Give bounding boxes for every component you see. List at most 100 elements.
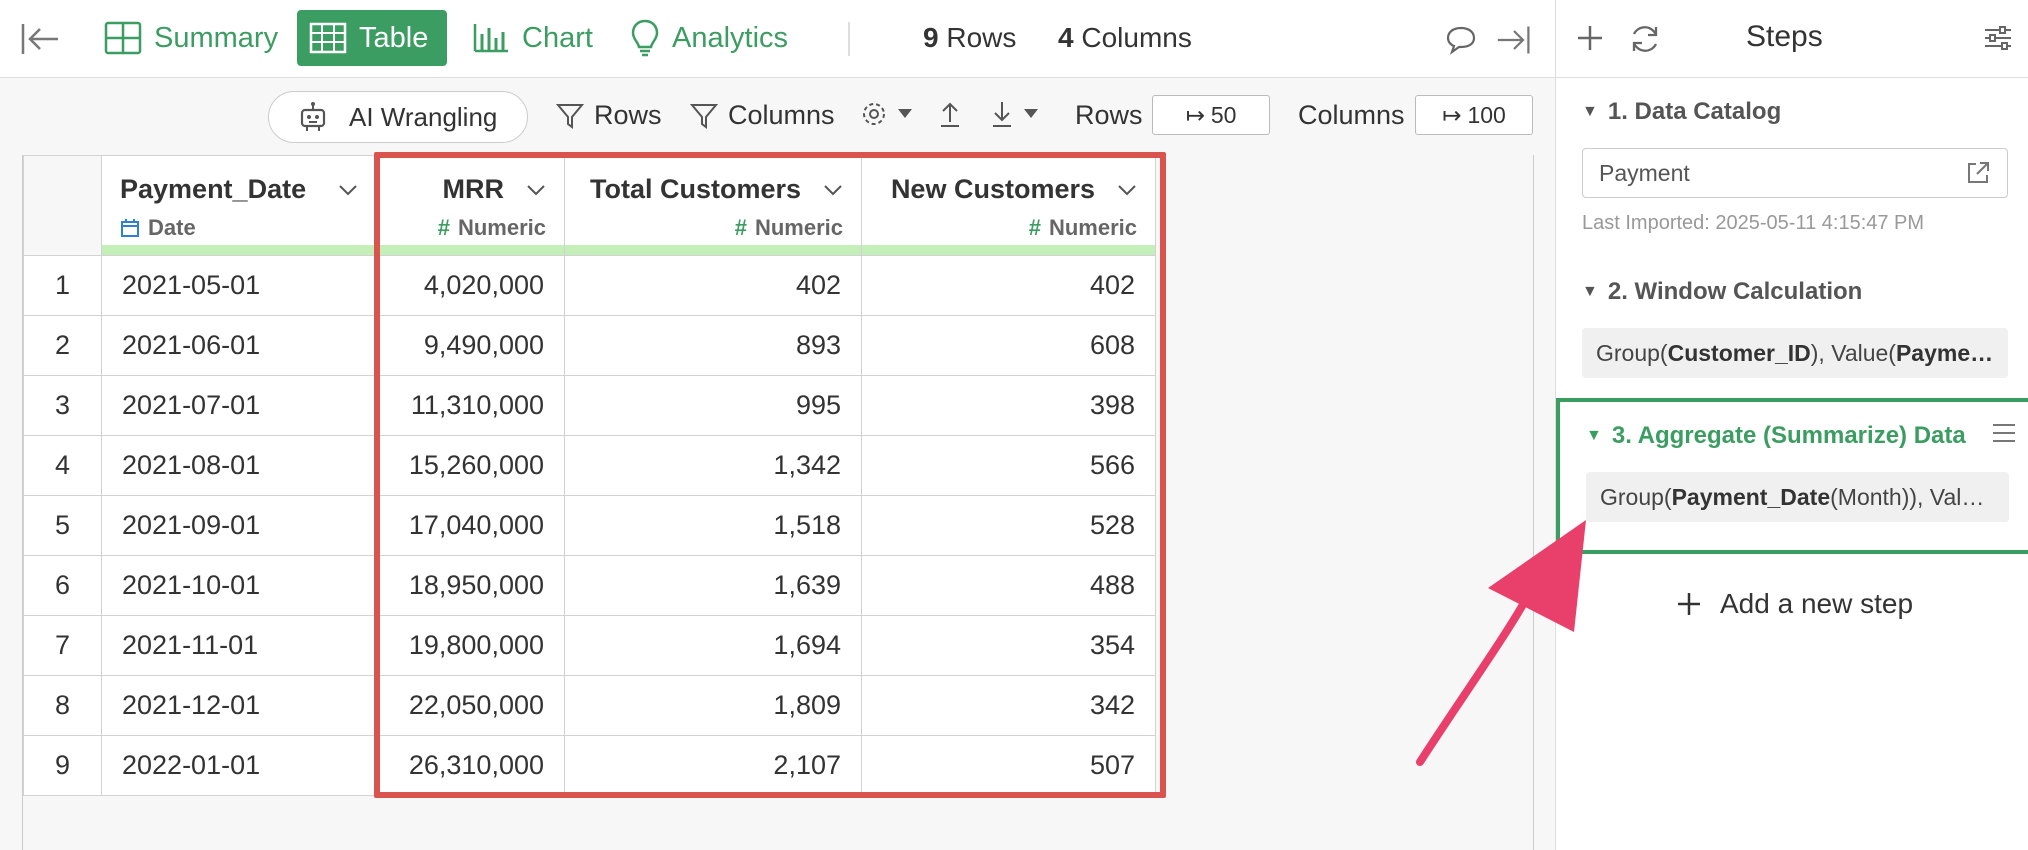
tab-summary-label: Summary [154, 21, 279, 54]
column-header-new-customers[interactable]: New Customers # Numeric [861, 155, 1156, 256]
cell-mrr[interactable]: 26,310,000 [376, 735, 565, 796]
collapse-left-icon[interactable] [20, 20, 60, 58]
tab-analytics[interactable]: Analytics [618, 10, 800, 66]
table-icon [309, 22, 347, 54]
refresh-icon[interactable] [1628, 22, 1662, 56]
chevron-down-icon[interactable] [526, 184, 546, 196]
cell-total-customers[interactable]: 893 [564, 315, 862, 376]
cell-new-customers[interactable]: 488 [861, 555, 1156, 616]
summary-icon [104, 21, 142, 55]
table-row[interactable]: 3 2021-07-01 11,310,000 995 398 [23, 375, 1156, 436]
caret-down-icon[interactable]: ▼ [1582, 103, 1598, 121]
cell-mrr[interactable]: 15,260,000 [376, 435, 565, 496]
add-step-button[interactable]: Add a new step [1676, 588, 1913, 620]
cell-new-customers[interactable]: 398 [861, 375, 1156, 436]
column-quality-bar [377, 245, 564, 255]
cell-payment-date[interactable]: 2021-08-01 [101, 435, 377, 496]
cell-payment-date[interactable]: 2022-01-01 [101, 735, 377, 796]
cell-payment-date[interactable]: 2021-09-01 [101, 495, 377, 556]
collapse-right-icon[interactable] [1496, 22, 1532, 58]
tab-summary[interactable]: Summary [92, 10, 290, 66]
cell-total-customers[interactable]: 1,694 [564, 615, 862, 676]
cell-payment-date[interactable]: 2021-10-01 [101, 555, 377, 616]
calendar-icon [121, 219, 139, 237]
cell-mrr[interactable]: 11,310,000 [376, 375, 565, 436]
cell-new-customers[interactable]: 528 [861, 495, 1156, 556]
row-number: 1 [23, 255, 102, 316]
row-number: 2 [23, 315, 102, 376]
column-name: MRR [442, 174, 505, 204]
cell-mrr[interactable]: 19,800,000 [376, 615, 565, 676]
hamburger-menu-icon[interactable] [1991, 422, 2017, 444]
table-row[interactable]: 5 2021-09-01 17,040,000 1,518 528 [23, 495, 1156, 556]
settings-dropdown[interactable] [860, 100, 912, 128]
column-name: Total Customers [589, 174, 801, 204]
cell-payment-date[interactable]: 2021-12-01 [101, 675, 377, 736]
step-title: 3. Aggregate (Summarize) Data [1611, 422, 1966, 449]
step-data-catalog[interactable]: ▼ 1. Data Catalog Payment Last Imported:… [1556, 78, 2028, 258]
cell-new-customers[interactable]: 342 [861, 675, 1156, 736]
row-number: 5 [23, 495, 102, 556]
table-row[interactable]: 9 2022-01-01 26,310,000 2,107 507 [23, 735, 1156, 796]
cell-total-customers[interactable]: 402 [564, 255, 862, 316]
column-header-total-customers[interactable]: Total Customers # Numeric [564, 155, 862, 256]
cell-new-customers[interactable]: 566 [861, 435, 1156, 496]
ai-wrangling-button[interactable]: AI Wrangling [268, 91, 528, 143]
cell-total-customers[interactable]: 995 [564, 375, 862, 436]
columns-limit-input[interactable]: ↦ 100 [1415, 95, 1533, 135]
cell-payment-date[interactable]: 2021-11-01 [101, 615, 377, 676]
step-summary[interactable]: Group(Payment_Date (Month)), Val… [1586, 472, 2009, 522]
cell-new-customers[interactable]: 402 [861, 255, 1156, 316]
cell-payment-date[interactable]: 2021-05-01 [101, 255, 377, 316]
chevron-down-icon[interactable] [338, 184, 358, 196]
cell-mrr[interactable]: 9,490,000 [376, 315, 565, 376]
sliders-icon[interactable] [1982, 22, 2014, 54]
chevron-down-icon[interactable] [1117, 184, 1137, 196]
sort-ascending-button[interactable] [938, 100, 962, 128]
rows-filter-button[interactable]: Rows [556, 100, 662, 131]
steps-panel-title: Steps [1746, 20, 1823, 53]
steps-panel-header: Steps [1556, 0, 2028, 78]
cell-mrr[interactable]: 4,020,000 [376, 255, 565, 316]
column-header-mrr[interactable]: MRR # Numeric [376, 155, 565, 256]
tab-table[interactable]: Table [297, 10, 447, 66]
caret-down-icon[interactable]: ▼ [1586, 427, 1602, 445]
step-aggregate-data[interactable]: ▼ 3. Aggregate (Summarize) Data Group(Pa… [1556, 398, 2028, 554]
caret-down-icon[interactable]: ▼ [1582, 283, 1598, 301]
chevron-down-icon[interactable] [823, 184, 843, 196]
step-summary[interactable]: Group(Customer_ID), Value(Payme… [1582, 328, 2008, 378]
table-row[interactable]: 6 2021-10-01 18,950,000 1,639 488 [23, 555, 1156, 616]
column-header-payment-date[interactable]: Payment_Date Date [101, 155, 377, 256]
tab-chart[interactable]: Chart [460, 10, 605, 66]
rows-limit-input[interactable]: ↦ 50 [1152, 95, 1270, 135]
cell-payment-date[interactable]: 2021-06-01 [101, 315, 377, 376]
table-row[interactable]: 7 2021-11-01 19,800,000 1,694 354 [23, 615, 1156, 676]
comment-icon[interactable] [1443, 22, 1479, 58]
step-source-field[interactable]: Payment [1582, 148, 2008, 198]
table-toolbar: AI Wrangling Rows Columns Rows ↦ 50 Colu… [0, 78, 1555, 156]
cell-total-customers[interactable]: 1,639 [564, 555, 862, 616]
table-row[interactable]: 4 2021-08-01 15,260,000 1,342 566 [23, 435, 1156, 496]
cell-total-customers[interactable]: 1,809 [564, 675, 862, 736]
cell-total-customers[interactable]: 2,107 [564, 735, 862, 796]
cell-total-customers[interactable]: 1,342 [564, 435, 862, 496]
cell-payment-date[interactable]: 2021-07-01 [101, 375, 377, 436]
table-row[interactable]: 2 2021-06-01 9,490,000 893 608 [23, 315, 1156, 376]
add-icon[interactable] [1574, 22, 1606, 54]
cell-mrr[interactable]: 22,050,000 [376, 675, 565, 736]
cell-new-customers[interactable]: 608 [861, 315, 1156, 376]
cell-new-customers[interactable]: 354 [861, 615, 1156, 676]
filter-icon [690, 103, 718, 129]
cell-mrr[interactable]: 18,950,000 [376, 555, 565, 616]
cell-new-customers[interactable]: 507 [861, 735, 1156, 796]
table-row[interactable]: 8 2021-12-01 22,050,000 1,809 342 [23, 675, 1156, 736]
step-window-calculation[interactable]: ▼ 2. Window Calculation Group(Customer_I… [1556, 258, 2028, 398]
step-title: 1. Data Catalog [1607, 98, 1782, 125]
columns-filter-button[interactable]: Columns [690, 100, 835, 131]
download-dropdown[interactable] [990, 100, 1038, 128]
column-type: Numeric [754, 215, 843, 240]
cell-mrr[interactable]: 17,040,000 [376, 495, 565, 556]
external-link-icon[interactable] [1965, 160, 1991, 186]
cell-total-customers[interactable]: 1,518 [564, 495, 862, 556]
table-row[interactable]: 1 2021-05-01 4,020,000 402 402 [23, 255, 1156, 316]
